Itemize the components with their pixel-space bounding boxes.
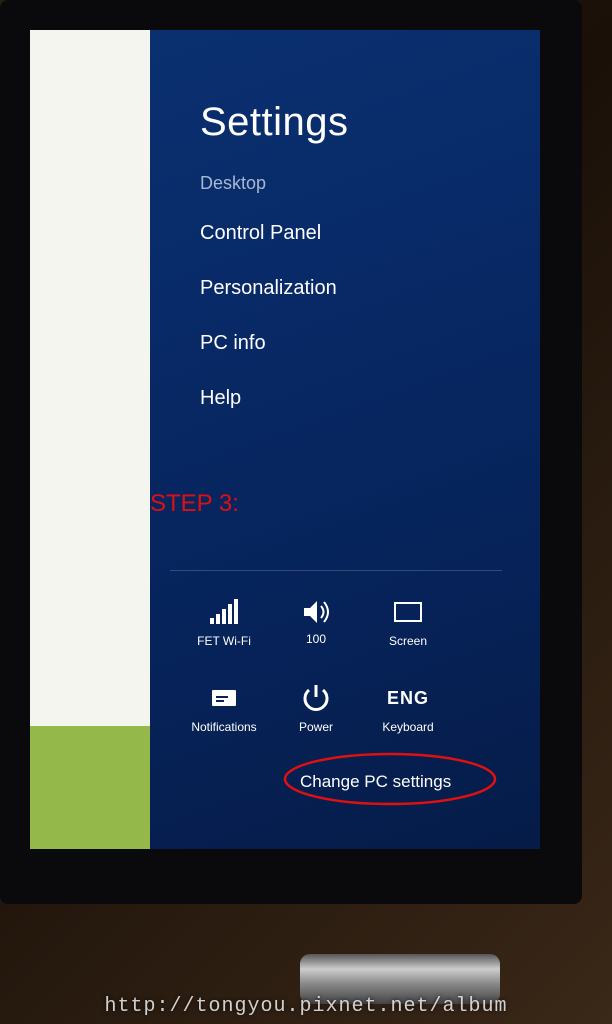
power-label: Power xyxy=(299,720,333,734)
speaker-icon xyxy=(298,594,334,630)
power-tile[interactable]: Power xyxy=(272,676,360,756)
volume-tile[interactable]: 100 xyxy=(272,590,360,670)
menu-item-personalization[interactable]: Personalization xyxy=(200,277,540,300)
menu-item-control-panel[interactable]: Control Panel xyxy=(200,222,540,245)
keyboard-label: Keyboard xyxy=(382,720,433,734)
network-tile[interactable]: FET Wi-Fi xyxy=(180,590,268,670)
keyboard-tile[interactable]: ENG Keyboard xyxy=(364,676,452,756)
notifications-label: Notifications xyxy=(191,720,256,734)
menu-item-help[interactable]: Help xyxy=(200,387,540,410)
divider xyxy=(170,570,502,571)
keyboard-lang-text: ENG xyxy=(387,688,429,709)
screen-tile[interactable]: Screen xyxy=(364,590,452,670)
power-icon xyxy=(298,680,334,716)
quick-settings-grid: FET Wi-Fi 100 Screen Notificatio xyxy=(180,590,452,756)
notifications-icon xyxy=(206,680,242,716)
screen-icon xyxy=(390,594,426,630)
watermark: http://tongyou.pixnet.net/album xyxy=(0,995,612,1018)
wifi-signal-icon xyxy=(206,594,242,630)
settings-title: Settings xyxy=(200,100,540,145)
settings-subtitle: Desktop xyxy=(200,173,540,194)
volume-value: 100 xyxy=(306,632,326,646)
network-label: FET Wi-Fi xyxy=(197,634,251,648)
desktop-background-strip xyxy=(30,30,150,849)
screen-label: Screen xyxy=(389,634,427,648)
menu-item-pc-info[interactable]: PC info xyxy=(200,332,540,355)
notifications-tile[interactable]: Notifications xyxy=(180,676,268,756)
keyboard-lang-icon: ENG xyxy=(390,680,426,716)
change-pc-settings-link[interactable]: Change PC settings xyxy=(300,772,451,792)
